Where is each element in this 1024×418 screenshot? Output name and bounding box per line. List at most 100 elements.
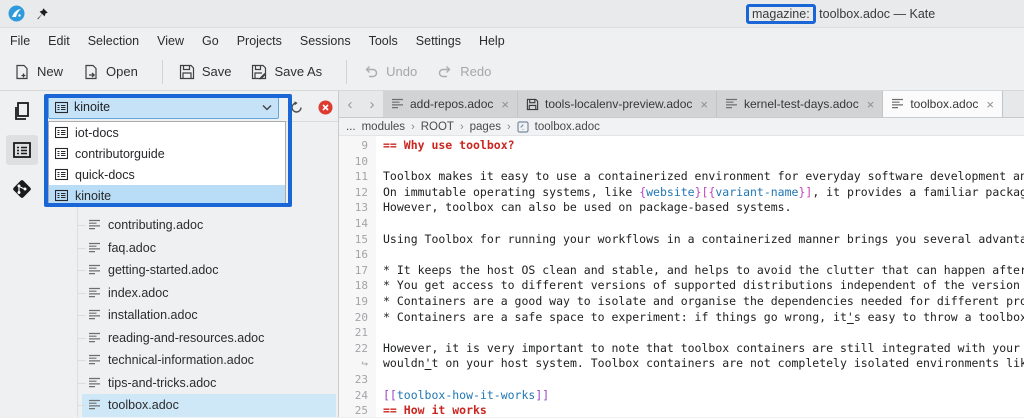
- menu-selection[interactable]: Selection: [79, 30, 148, 52]
- dropdown-item-kinoite[interactable]: kinoite: [49, 185, 285, 206]
- tree-item-contributing.adoc[interactable]: contributing.adoc: [45, 214, 338, 237]
- code-line: wouldn't on your host system. Toolbox co…: [383, 356, 1024, 372]
- redo-button: Redo: [437, 64, 491, 80]
- line-number: 24: [354, 388, 368, 402]
- new-icon: [14, 64, 30, 80]
- code-segment: wouldn: [383, 356, 425, 371]
- sidebar-tool-git[interactable]: [6, 174, 38, 204]
- tree-item-label: tips-and-tricks.adoc: [108, 375, 217, 390]
- line-number: 19: [354, 294, 368, 308]
- modified-icon: [526, 98, 539, 111]
- close-project-button[interactable]: [315, 96, 336, 118]
- tab-add-repos.adoc[interactable]: add-repos.adoc ×: [383, 91, 518, 117]
- breadcrumb-segment-modules[interactable]: modules: [362, 121, 405, 133]
- tree-item-getting-started.adoc[interactable]: getting-started.adoc: [45, 259, 338, 282]
- refresh-button[interactable]: [286, 96, 307, 118]
- kate-window: magazine: toolbox.adoc — Kate File Edit Se…: [0, 0, 1024, 418]
- line-number: 15: [354, 232, 368, 246]
- code-line: However, toolbox can also be used on pac…: [383, 200, 1024, 216]
- menu-go[interactable]: Go: [193, 30, 228, 52]
- menu-sessions[interactable]: Sessions: [291, 30, 360, 52]
- tree-item-faq.adoc[interactable]: faq.adoc: [45, 237, 338, 260]
- file-icon: [88, 264, 101, 276]
- dropdown-item-iot-docs[interactable]: iot-docs: [49, 122, 285, 143]
- dropdown-item-label: contributorguide: [75, 146, 165, 161]
- code-segment: , it provides a familiar package-based w…: [812, 184, 1024, 199]
- save-as-button[interactable]: Save As: [251, 64, 322, 80]
- sidebar-tool-documents[interactable]: [6, 96, 38, 126]
- breadcrumb-file[interactable]: toolbox.adoc: [535, 121, 600, 133]
- code-segment: ': [846, 309, 854, 324]
- code-line: * Containers are a good way to isolate a…: [383, 294, 1024, 310]
- open-icon: [83, 64, 99, 80]
- tab-toolbox.adoc[interactable]: toolbox.adoc ×: [883, 91, 1003, 117]
- code-segment: However, it is very important to note th…: [383, 340, 1020, 355]
- tab-bar: ‹ › add-repos.adoc × tools-localenv-previe…: [339, 91, 1024, 118]
- tree-item-label: contributing.adoc: [108, 218, 204, 233]
- toolbar-button-label: Redo: [460, 64, 492, 79]
- toolbar-button-label: New: [37, 64, 64, 79]
- menu-tools[interactable]: Tools: [360, 30, 407, 52]
- project-dropdown-list: iot-docs contributorguide quick-docs kinoit…: [48, 121, 286, 207]
- toolbar-button-label: Save As: [274, 64, 323, 79]
- menu-file[interactable]: File: [1, 30, 39, 52]
- code-segment: * It keeps the host OS clean and stable,…: [383, 262, 1024, 277]
- code-line: * You get access to different versions o…: [383, 278, 1024, 294]
- tree-item-tips-and-tricks.adoc[interactable]: tips-and-tricks.adoc: [45, 372, 338, 395]
- undo-icon: [363, 64, 379, 80]
- tab-close-icon[interactable]: ×: [986, 97, 994, 112]
- tabs-scroll-left-button[interactable]: ‹: [339, 91, 361, 117]
- code-line: Toolbox makes it easy to use a container…: [383, 169, 1024, 185]
- line-number: 13: [354, 201, 368, 215]
- sidebar-tool-projects[interactable]: [6, 135, 38, 165]
- dropdown-item-contributorguide[interactable]: contributorguide: [49, 143, 285, 164]
- left-tool-sidebar: [0, 91, 44, 417]
- dropdown-item-label: kinoite: [75, 188, 112, 203]
- menu-projects[interactable]: Projects: [228, 30, 291, 52]
- tab-label: tools-localenv-preview.adoc: [544, 97, 693, 111]
- project-combobox[interactable]: kinoite: [48, 95, 280, 119]
- breadcrumb-segment-pages[interactable]: pages: [470, 121, 501, 133]
- tree-item-index.adoc[interactable]: index.adoc: [45, 282, 338, 305]
- kate-app-icon: [8, 5, 25, 22]
- tree-item-installation.adoc[interactable]: installation.adoc: [45, 304, 338, 327]
- line-number: 14: [354, 216, 368, 230]
- window-title: magazine: toolbox.adoc — Kate: [746, 0, 935, 28]
- tab-close-icon[interactable]: ×: [700, 97, 708, 112]
- new-button[interactable]: New: [14, 64, 63, 80]
- code-segment: Using Toolbox for running your workflows…: [383, 231, 1024, 246]
- menu-settings[interactable]: Settings: [407, 30, 470, 52]
- tree-item-toolbox.adoc[interactable]: toolbox.adoc: [45, 394, 338, 417]
- menu-help[interactable]: Help: [470, 30, 514, 52]
- tab-kernel-test-days.adoc[interactable]: kernel-test-days.adoc ×: [717, 91, 884, 117]
- pin-icon[interactable]: [35, 7, 49, 21]
- projects-icon: [11, 139, 33, 161]
- tree-item-label: getting-started.adoc: [108, 263, 219, 278]
- tab-tools-localenv-preview.adoc[interactable]: tools-localenv-preview.adoc ×: [517, 91, 717, 117]
- breadcrumb-ellipsis[interactable]: ...: [346, 121, 356, 133]
- code-line: On immutable operating systems, like {we…: [383, 185, 1024, 201]
- file-icon: [88, 287, 101, 299]
- tree-item-reading-and-resources.adoc[interactable]: reading-and-resources.adoc: [45, 327, 338, 350]
- dropdown-item-quick-docs[interactable]: quick-docs: [49, 164, 285, 185]
- open-button[interactable]: Open: [83, 64, 138, 80]
- code-segment: * Containers are a good way to isolate a…: [383, 293, 1024, 308]
- save-button[interactable]: Save: [179, 64, 231, 80]
- menu-edit[interactable]: Edit: [39, 30, 79, 52]
- code-segment: toolbox-how-it-works: [396, 387, 536, 402]
- tab-label: kernel-test-days.adoc: [744, 97, 859, 111]
- save-icon: [179, 64, 195, 80]
- code-line: * It keeps the host OS clean and stable,…: [383, 263, 1024, 279]
- breadcrumb-segment-ROOT[interactable]: ROOT: [421, 121, 454, 133]
- tabs-scroll-right-button[interactable]: ›: [361, 91, 383, 117]
- code-segment: t on your host system. Toolbox container…: [431, 356, 1024, 371]
- menu-view[interactable]: View: [148, 30, 193, 52]
- tree-item-technical-information.adoc[interactable]: technical-information.adoc: [45, 349, 338, 372]
- code-segment: website: [646, 184, 695, 199]
- tab-close-icon[interactable]: ×: [867, 97, 875, 112]
- code-view[interactable]: 9 10 11 12 13 14 15 16 17 18 19 20 21 22 ↪ 23 24 25 == Wh…: [339, 136, 1024, 417]
- code-segment: Toolbox makes it easy to use a container…: [383, 169, 1024, 184]
- tab-close-icon[interactable]: ×: [501, 97, 509, 112]
